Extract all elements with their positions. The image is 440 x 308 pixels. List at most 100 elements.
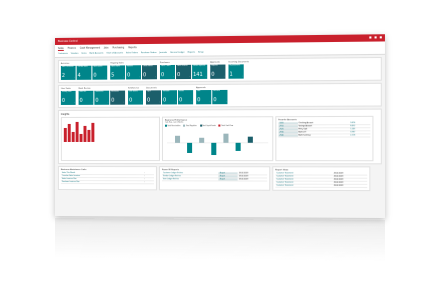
tile-label: Credit Memos <box>143 66 156 68</box>
menu-item[interactable]: Jobs <box>104 46 108 50</box>
menu-item[interactable]: Finance <box>68 46 76 50</box>
cue-tile[interactable]: Time Sheets 0 › <box>128 90 143 104</box>
cue-tile[interactable]: Vendor Payments 141 › <box>192 65 207 79</box>
arrow-icon: › <box>106 78 107 79</box>
cue-tile[interactable]: Credit Memos 0 › <box>142 65 157 79</box>
legend-swatch <box>165 124 167 126</box>
tile-group-title: Approvals <box>210 61 225 63</box>
close-icon[interactable] <box>380 36 382 38</box>
cue-tile[interactable]: Requests 0 › <box>210 65 225 79</box>
action-link[interactable]: Items <box>81 52 86 54</box>
arrow-icon: › <box>206 77 207 78</box>
chart-bar <box>72 132 75 142</box>
cash-flow-chart <box>165 127 270 158</box>
cue-tile[interactable]: Overdue Sales 4 › <box>77 66 92 80</box>
secondary-tiles-row: User Tasks Pending Tasks 0 › Bank Review Bank… <box>61 86 379 105</box>
arrow-icon: › <box>74 103 75 104</box>
business-performance-panel: Business Performance Cash Flow - Last 6 … <box>162 116 273 161</box>
cue-tile[interactable]: Sales This Month 2 › <box>61 66 76 80</box>
action-link[interactable]: Sales Orders <box>126 52 138 54</box>
report-name[interactable]: Item Ledger Entries <box>162 178 219 181</box>
tile-group: Bank Review Bank Rec. 0 › Statements 0 › Reconc… <box>79 88 125 105</box>
action-link[interactable]: Customers <box>58 52 68 54</box>
tile-value: 0 <box>179 98 192 103</box>
arrow-icon: › <box>189 77 190 78</box>
action-link[interactable]: Vendors <box>71 52 79 54</box>
tile-group: Self-Service Time Sheets 0 › <box>128 87 143 104</box>
window-controls[interactable] <box>368 36 382 39</box>
tile-label: Vendor Payments <box>193 66 206 68</box>
tiles: Requests 0 › <box>210 65 225 79</box>
tile-group-title: Documents <box>146 87 193 89</box>
cue-tile[interactable]: Purch. Orders 0 › <box>160 65 175 79</box>
cue-tile[interactable]: My Documents 1 › <box>228 64 243 78</box>
performance-title: Business Performance <box>165 119 270 121</box>
tile-value: 0 <box>80 99 93 104</box>
favorite-accounts-panel: Favorite Accounts 1000 Checking Account 9,… <box>275 116 373 161</box>
arrow-icon: › <box>92 103 93 104</box>
minimize-icon[interactable] <box>370 36 372 38</box>
tiles: Pending Tasks 0 › <box>61 91 76 105</box>
inbox-report-name[interactable]: Customer Statement <box>275 184 332 187</box>
maximize-icon[interactable] <box>375 36 377 38</box>
action-link[interactable]: Setup <box>198 51 204 53</box>
legend-swatch <box>200 124 202 126</box>
tile-value: 5 <box>111 73 124 78</box>
action-link[interactable]: Purchase Orders <box>141 51 157 53</box>
cue-tile[interactable]: Statements 0 › <box>94 91 109 105</box>
action-link[interactable]: Chart of Accounts <box>106 52 123 54</box>
chart-bar <box>223 134 228 143</box>
tile-value: 0 <box>177 73 190 78</box>
action-link[interactable]: Bank Accounts <box>90 52 104 54</box>
cue-tile[interactable]: Sales Orders 5 › <box>110 65 125 79</box>
action-link[interactable]: Journals <box>159 51 167 53</box>
menu-item[interactable]: Sales <box>58 46 64 50</box>
arrow-icon: › <box>123 77 124 78</box>
tile-group: User Tasks Pending Tasks 0 › <box>61 88 76 105</box>
table-row[interactable]: 2940 Bank Currency 2,116 <box>278 134 370 137</box>
cue-tile[interactable]: Sent 0 › <box>196 90 211 104</box>
tile-label: Pending Tasks <box>62 92 75 94</box>
table-row[interactable]: Item Ledger Entries Report 25.02.2023 <box>162 178 267 181</box>
tile-value: 0 <box>111 99 124 104</box>
cue-tile[interactable]: Bank Rec. 0 › <box>79 91 94 105</box>
table-row[interactable]: Purchase Invoices Due › <box>61 181 154 184</box>
cue-tile[interactable]: Posted 0 › <box>178 90 193 104</box>
report-date: 25.02.2023 <box>238 178 267 181</box>
cue-tile[interactable]: Pending Tasks 0 › <box>61 91 76 105</box>
legend-entry: Total Payables <box>183 124 196 127</box>
cue-tile[interactable]: Sales Quotes 0 › <box>92 66 107 80</box>
cue-tile[interactable]: Received 0 › <box>212 90 227 104</box>
app-title: Business Central <box>58 40 78 43</box>
cue-tile[interactable]: Invoices 0 › <box>126 65 141 79</box>
legend-swatch <box>219 124 221 126</box>
report-inbox-title: Report Inbox <box>275 169 367 171</box>
arrow-icon: › <box>155 77 156 78</box>
insight-chart-panel <box>61 117 160 161</box>
menu-item[interactable]: Reports <box>128 46 136 50</box>
arrow-icon: › <box>141 103 142 104</box>
tile-value: 2 <box>62 74 75 79</box>
menu-item[interactable]: Cash Management <box>80 46 100 50</box>
tile-value: 141 <box>193 73 206 78</box>
tile-label: Overdue Sales <box>78 67 91 69</box>
chevron-right-icon[interactable]: › <box>143 181 154 184</box>
tile-label: Open <box>147 91 160 93</box>
table-row[interactable]: Customer Statement 25.02.2023 <box>275 184 367 187</box>
cue-tile[interactable]: Open 0 › <box>146 90 161 104</box>
account-balance[interactable]: 2,116 <box>349 134 370 137</box>
legend-swatch <box>183 124 185 126</box>
assistance-link[interactable]: Purchase Invoices Due <box>61 181 143 184</box>
cue-tile[interactable]: Released 0 › <box>162 90 177 104</box>
power-bi-panel: Power BI Reports Customer Ledger Entries… <box>159 166 270 191</box>
menu-item[interactable]: Purchasing <box>112 46 124 50</box>
action-link[interactable]: Reports <box>188 51 195 53</box>
performance-legend: Total Receivables Total Payables Total Liq… <box>165 124 270 127</box>
tile-group: Incoming Documents My Documents 1 › <box>228 61 248 78</box>
action-link[interactable]: General Ledger <box>170 51 185 53</box>
legend-entry: Total Receivables <box>165 124 180 127</box>
account-number[interactable]: 2940 <box>278 134 297 137</box>
cue-tile[interactable]: Purch. Invoices 0 › <box>176 65 191 79</box>
tile-value: 1 <box>229 73 242 78</box>
cue-tile[interactable]: Reconciled 0 › <box>110 91 125 105</box>
